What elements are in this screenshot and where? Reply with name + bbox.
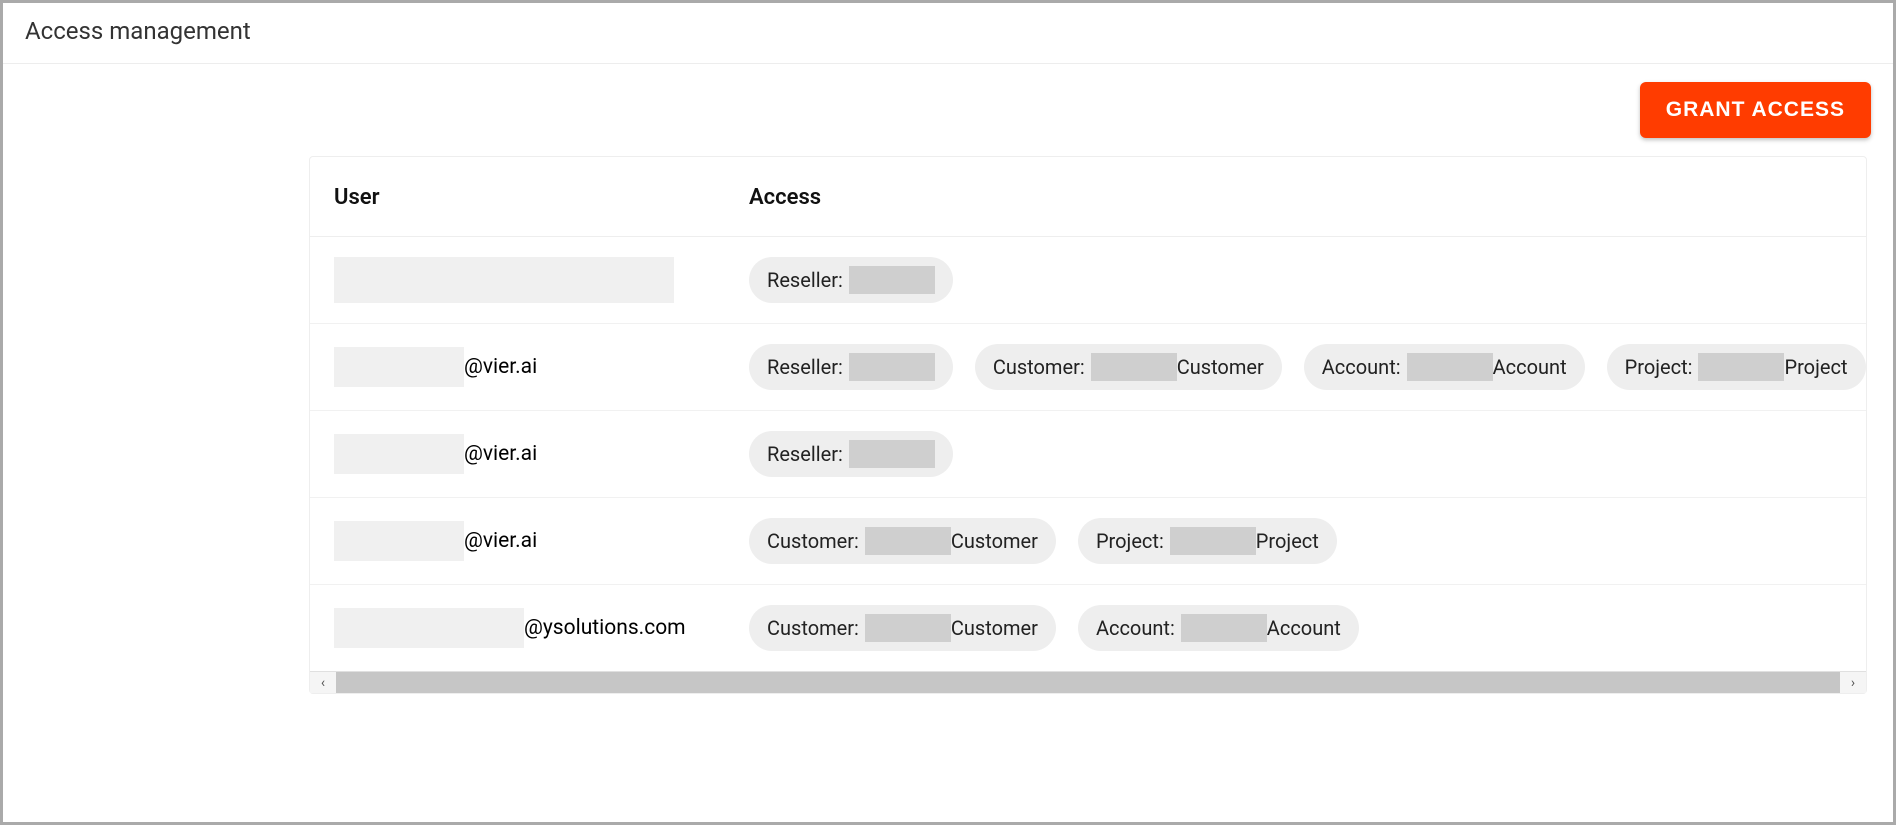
access-chip[interactable]: Customer: Customer	[749, 605, 1056, 651]
user-cell: @ysolutions.com	[310, 585, 725, 672]
access-table: User Access Reseller: @vier.ai Reseller: Cu…	[310, 157, 1866, 671]
user-email-suffix: @vier.ai	[464, 529, 537, 553]
access-chip[interactable]: Project: Project	[1078, 518, 1337, 564]
chip-value-suffix: Account	[1493, 355, 1567, 379]
chip-value-suffix: Customer	[951, 529, 1038, 553]
chip-kind-label: Reseller:	[767, 268, 843, 292]
chip-value-redacted	[849, 440, 935, 468]
access-cell: Reseller:	[725, 411, 1866, 498]
page-title: Access management	[25, 17, 1871, 45]
chip-value-suffix: Customer	[951, 616, 1038, 640]
access-chip[interactable]: Reseller:	[749, 257, 953, 303]
user-email-suffix: @ysolutions.com	[524, 616, 686, 640]
access-cell: Reseller:Customer:CustomerAccount:Accoun…	[725, 324, 1866, 411]
chip-value-redacted	[1407, 353, 1493, 381]
access-chip[interactable]: Reseller:	[749, 431, 953, 477]
toolbar: GRANT ACCESS	[3, 64, 1893, 142]
scroll-left-arrow[interactable]: ‹	[310, 672, 336, 693]
chip-kind-label: Account:	[1322, 355, 1401, 379]
table-row[interactable]: @vier.ai Customer: Customer Project: Project	[310, 498, 1866, 585]
table-row[interactable]: @ysolutions.com Customer: Customer Account:…	[310, 585, 1866, 672]
chip-value-redacted	[1698, 353, 1784, 381]
user-redacted	[334, 347, 464, 387]
user-cell	[310, 237, 725, 324]
user-cell: @vier.ai	[310, 411, 725, 498]
user-redacted	[334, 257, 674, 303]
table-row[interactable]: @vier.ai Reseller: Customer: Customer Accoun…	[310, 324, 1866, 411]
page-header: Access management	[3, 3, 1893, 64]
chip-value-suffix: Project	[1256, 529, 1319, 553]
access-cell: Reseller:	[725, 237, 1866, 324]
chip-kind-label: Account:	[1096, 616, 1175, 640]
table-row[interactable]: Reseller:	[310, 237, 1866, 324]
access-cell: Customer: Customer Project: Project	[725, 498, 1866, 585]
table-row[interactable]: @vier.ai Reseller:	[310, 411, 1866, 498]
grant-access-button[interactable]: GRANT ACCESS	[1640, 82, 1871, 138]
user-email-suffix: @vier.ai	[464, 442, 537, 466]
chip-value-redacted	[865, 527, 951, 555]
app-frame: Access management GRANT ACCESS User Acce…	[0, 0, 1896, 825]
chip-kind-label: Customer:	[767, 529, 859, 553]
table-scroll-area[interactable]: User Access Reseller: @vier.ai Reseller: Cu…	[310, 157, 1866, 671]
chip-value-redacted	[849, 266, 935, 294]
chip-kind-label: Project:	[1625, 355, 1693, 379]
scroll-track[interactable]	[336, 672, 1840, 693]
column-header-access: Access	[725, 157, 1866, 237]
user-redacted	[334, 434, 464, 474]
chip-value-redacted	[1181, 614, 1267, 642]
chip-kind-label: Customer:	[767, 616, 859, 640]
horizontal-scrollbar[interactable]: ‹ ›	[310, 671, 1866, 693]
access-chip[interactable]: Project: Project	[1607, 344, 1866, 390]
chip-kind-label: Project:	[1096, 529, 1164, 553]
access-chip[interactable]: Customer: Customer	[975, 344, 1282, 390]
chip-value-suffix: Project	[1784, 355, 1847, 379]
user-cell: @vier.ai	[310, 324, 725, 411]
access-chip[interactable]: Customer: Customer	[749, 518, 1056, 564]
access-chip[interactable]: Account: Account	[1304, 344, 1585, 390]
access-chip[interactable]: Account: Account	[1078, 605, 1359, 651]
user-redacted	[334, 521, 464, 561]
chip-kind-label: Customer:	[993, 355, 1085, 379]
user-cell: @vier.ai	[310, 498, 725, 585]
chip-value-redacted	[1170, 527, 1256, 555]
chip-kind-label: Reseller:	[767, 442, 843, 466]
access-table-card: User Access Reseller: @vier.ai Reseller: Cu…	[309, 156, 1867, 694]
access-cell: Customer: Customer Account: Account	[725, 585, 1866, 672]
chip-value-redacted	[1091, 353, 1177, 381]
user-redacted	[334, 608, 524, 648]
column-header-user: User	[310, 157, 725, 237]
chip-value-suffix: Customer	[1177, 355, 1264, 379]
table-header-row: User Access	[310, 157, 1866, 237]
chip-value-redacted	[849, 353, 935, 381]
chip-kind-label: Reseller:	[767, 355, 843, 379]
chip-value-suffix: Account	[1267, 616, 1341, 640]
scroll-right-arrow[interactable]: ›	[1840, 672, 1866, 693]
user-email-suffix: @vier.ai	[464, 355, 537, 379]
chip-value-redacted	[865, 614, 951, 642]
access-chip[interactable]: Reseller:	[749, 344, 953, 390]
